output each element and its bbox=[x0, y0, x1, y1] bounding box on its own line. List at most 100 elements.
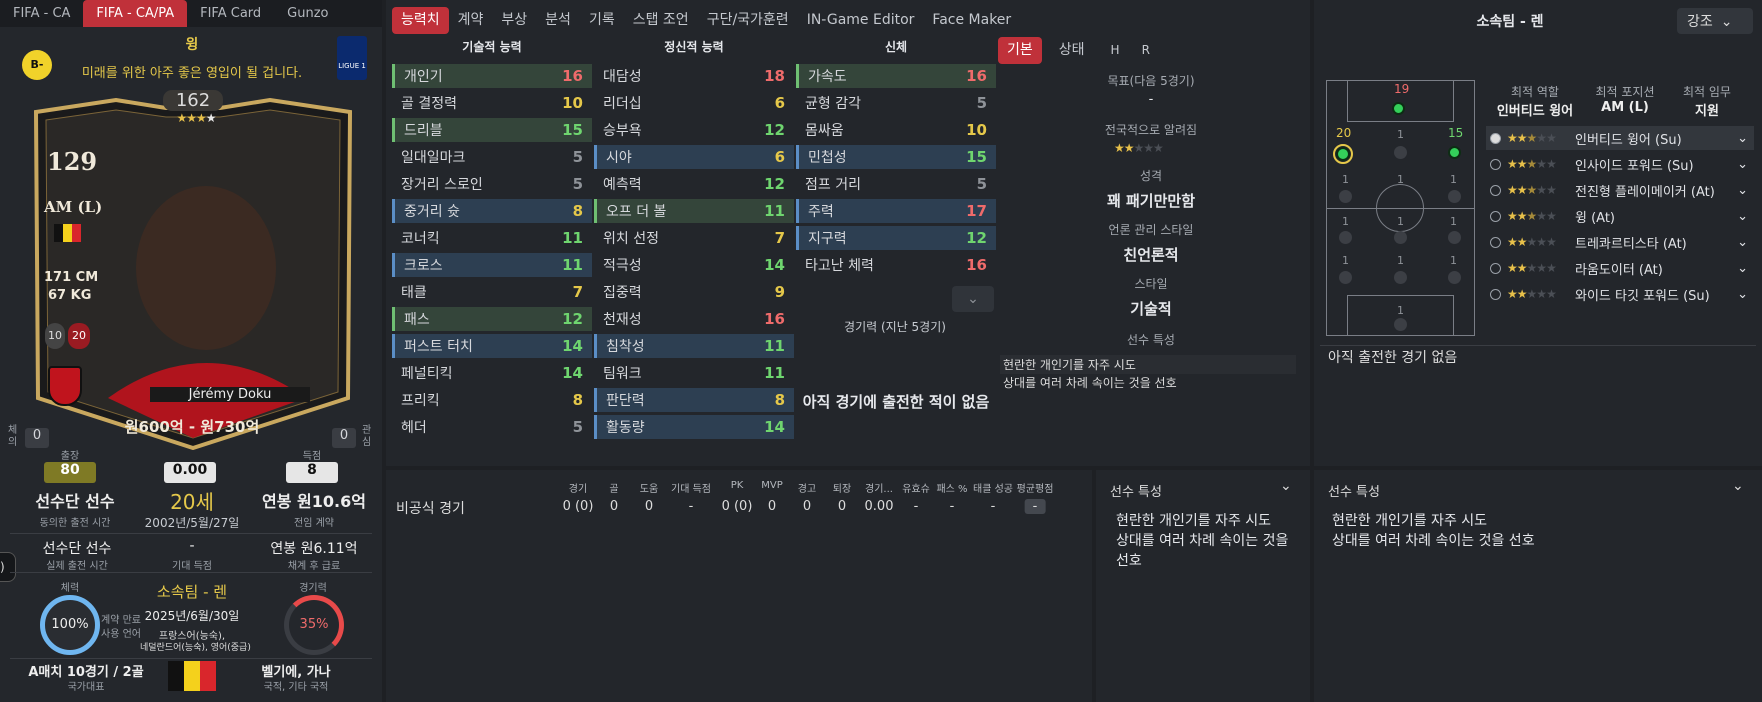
attr-value: 6 bbox=[774, 94, 785, 112]
attr-row-mental[interactable]: 위치 선정 7 bbox=[594, 226, 794, 250]
attr-row-technical[interactable]: 일대일마크 5 bbox=[392, 145, 592, 169]
attr-row-physical[interactable]: 타고난 체력 16 bbox=[796, 253, 996, 277]
attr-row-physical[interactable]: 균형 감각 5 bbox=[796, 91, 996, 115]
attr-row-mental[interactable]: 활동량 14 bbox=[594, 415, 794, 439]
position-dot bbox=[1394, 231, 1407, 244]
tab-attributes[interactable]: 능력치 bbox=[392, 7, 449, 34]
role-row[interactable]: ★★★★★ 와이드 타깃 포워드 (Su) ⌄ bbox=[1486, 282, 1754, 306]
attr-row-technical[interactable]: 코너킥 11 bbox=[392, 226, 592, 250]
attr-row-mental[interactable]: 승부욕 12 bbox=[594, 118, 794, 142]
games-col-header: 골 bbox=[609, 484, 619, 495]
role-label: 전진형 플레이메이커 (At) bbox=[1575, 184, 1715, 200]
games-col-header: 평균평점 bbox=[1016, 484, 1054, 495]
belgium-flag-icon bbox=[54, 224, 81, 242]
attr-row-technical[interactable]: 프리킥 8 bbox=[392, 388, 592, 412]
chevron-down-icon[interactable]: ⌄ bbox=[1737, 131, 1748, 146]
attr-row-technical[interactable]: 드리블 15 bbox=[392, 118, 592, 142]
attr-row-technical[interactable]: 태클 7 bbox=[392, 280, 592, 304]
games-cell: 0 bbox=[767, 499, 777, 514]
highlight-dropdown[interactable]: 강조 ⌄ bbox=[1677, 8, 1753, 34]
games-col-header: 도움 bbox=[639, 484, 659, 495]
attr-row-mental[interactable]: 집중력 9 bbox=[594, 280, 794, 304]
chevron-down-icon[interactable]: ⌄ bbox=[1280, 478, 1292, 494]
role-row[interactable]: ★★★★★ 트레콰르티스타 (At) ⌄ bbox=[1486, 230, 1754, 254]
attr-row-physical[interactable]: 가속도 16 bbox=[796, 64, 996, 88]
chevron-down-icon[interactable]: ⌄ bbox=[1737, 157, 1748, 172]
attr-row-mental[interactable]: 대담성 18 bbox=[594, 64, 794, 88]
attr-row-physical[interactable]: 지구력 12 bbox=[796, 226, 996, 250]
attr-row-technical[interactable]: 골 결정력 10 bbox=[392, 91, 592, 115]
attr-name: 가속도 bbox=[808, 69, 847, 85]
role-row[interactable]: ★★★★★ 인버티드 윙어 (Su) ⌄ bbox=[1486, 126, 1754, 150]
attr-row-physical[interactable]: 민첩성 15 bbox=[796, 145, 996, 169]
attr-row-technical[interactable]: 패스 12 bbox=[392, 307, 592, 331]
radio-icon[interactable] bbox=[1490, 184, 1501, 196]
appearances-value: 80 bbox=[44, 462, 96, 483]
attr-row-mental[interactable]: 천재성 16 bbox=[594, 307, 794, 331]
subtab-h[interactable]: H bbox=[1102, 37, 1129, 64]
tab-records[interactable]: 기록 bbox=[580, 7, 624, 34]
tab-analysis[interactable]: 분석 bbox=[536, 7, 580, 34]
chevron-down-icon[interactable]: ⌄ bbox=[1732, 478, 1744, 494]
tab-ingame-editor[interactable]: IN-Game Editor bbox=[798, 7, 924, 34]
radio-icon[interactable] bbox=[1490, 158, 1501, 170]
attr-row-technical[interactable]: 퍼스트 터치 14 bbox=[392, 334, 592, 358]
tab-fifa-card[interactable]: FIFA Card bbox=[187, 0, 274, 27]
attr-row-physical[interactable]: 몸싸움 10 bbox=[796, 118, 996, 142]
subtab-basic[interactable]: 기본 bbox=[998, 36, 1042, 64]
attr-row-technical[interactable]: 개인기 16 bbox=[392, 64, 592, 88]
personality-value: 꽤 패기만만함 bbox=[1106, 192, 1196, 210]
role-row[interactable]: ★★★★★ 전진형 플레이메이커 (At) ⌄ bbox=[1486, 178, 1754, 202]
attr-row-technical[interactable]: 장거리 스로인 5 bbox=[392, 172, 592, 196]
squad-status-sub: 동의한 출전 시간 bbox=[39, 518, 111, 529]
media-label: 언론 관리 스타일 bbox=[1108, 223, 1194, 237]
card-tabs: FIFA - CA FIFA - CA/PA FIFA Card Gunzo bbox=[0, 0, 382, 27]
tab-training[interactable]: 구단/국가훈련 bbox=[698, 7, 798, 34]
attr-row-mental[interactable]: 판단력 8 bbox=[594, 388, 794, 412]
tab-injury[interactable]: 부상 bbox=[492, 7, 536, 34]
role-row[interactable]: ★★★★★ 인사이드 포워드 (Su) ⌄ bbox=[1486, 152, 1754, 176]
tab-fifa-ca[interactable]: FIFA - CA bbox=[0, 0, 83, 27]
position-dot bbox=[1448, 271, 1461, 284]
attr-row-physical[interactable]: 점프 거리 5 bbox=[796, 172, 996, 196]
radio-icon[interactable] bbox=[1490, 132, 1501, 144]
attr-row-mental[interactable]: 팀워크 11 bbox=[594, 361, 794, 385]
radio-icon[interactable] bbox=[1490, 288, 1501, 300]
attr-row-technical[interactable]: 페널티킥 14 bbox=[392, 361, 592, 385]
role-row[interactable]: ★★★★★ 윙 (At) ⌄ bbox=[1486, 204, 1754, 228]
attr-row-mental[interactable]: 오프 더 볼 11 bbox=[594, 199, 794, 223]
attr-row-physical[interactable]: 주력 17 bbox=[796, 199, 996, 223]
tab-staff-advice[interactable]: 스탭 조언 bbox=[624, 7, 698, 34]
pitch-rating: 1 bbox=[1397, 128, 1404, 141]
attr-row-mental[interactable]: 침착성 11 bbox=[594, 334, 794, 358]
side-tab-button[interactable]: ) bbox=[0, 552, 16, 582]
tab-fifa-ca-pa[interactable]: FIFA - CA/PA bbox=[83, 0, 188, 27]
radio-icon[interactable] bbox=[1490, 262, 1501, 274]
radio-icon[interactable] bbox=[1490, 236, 1501, 248]
chevron-down-icon[interactable]: ⌄ bbox=[1737, 183, 1748, 198]
attr-row-mental[interactable]: 시야 6 bbox=[594, 145, 794, 169]
chevron-down-icon[interactable]: ⌄ bbox=[1737, 209, 1748, 224]
games-col-header: 태클 성공 bbox=[973, 484, 1013, 495]
attr-row-technical[interactable]: 헤더 5 bbox=[392, 415, 592, 439]
expand-chevron-button[interactable]: ⌄ bbox=[952, 286, 994, 312]
attr-row-technical[interactable]: 크로스 11 bbox=[392, 253, 592, 277]
contract-end-label: 계약 만료 bbox=[101, 615, 141, 626]
chevron-down-icon[interactable]: ⌄ bbox=[1737, 235, 1748, 250]
subtab-status[interactable]: 상태 bbox=[1050, 37, 1094, 64]
attr-row-mental[interactable]: 적극성 14 bbox=[594, 253, 794, 277]
subtab-r[interactable]: R bbox=[1133, 37, 1159, 64]
chevron-down-icon[interactable]: ⌄ bbox=[1737, 261, 1748, 276]
attr-row-technical[interactable]: 중거리 슛 8 bbox=[392, 199, 592, 223]
chevron-down-icon[interactable]: ⌄ bbox=[1737, 287, 1748, 302]
role-row[interactable]: ★★★★★ 라움도이터 (At) ⌄ bbox=[1486, 256, 1754, 280]
radio-icon[interactable] bbox=[1490, 210, 1501, 222]
wage-value: 연봉 원10.6억 bbox=[262, 492, 366, 511]
position-title: 윙 bbox=[185, 37, 199, 53]
attr-row-mental[interactable]: 예측력 12 bbox=[594, 172, 794, 196]
tab-gunzo[interactable]: Gunzo bbox=[274, 0, 341, 27]
games-col-header: 패스 % bbox=[936, 484, 968, 495]
tab-contract[interactable]: 계약 bbox=[449, 7, 493, 34]
tab-face-maker[interactable]: Face Maker bbox=[923, 7, 1020, 34]
attr-row-mental[interactable]: 리더십 6 bbox=[594, 91, 794, 115]
